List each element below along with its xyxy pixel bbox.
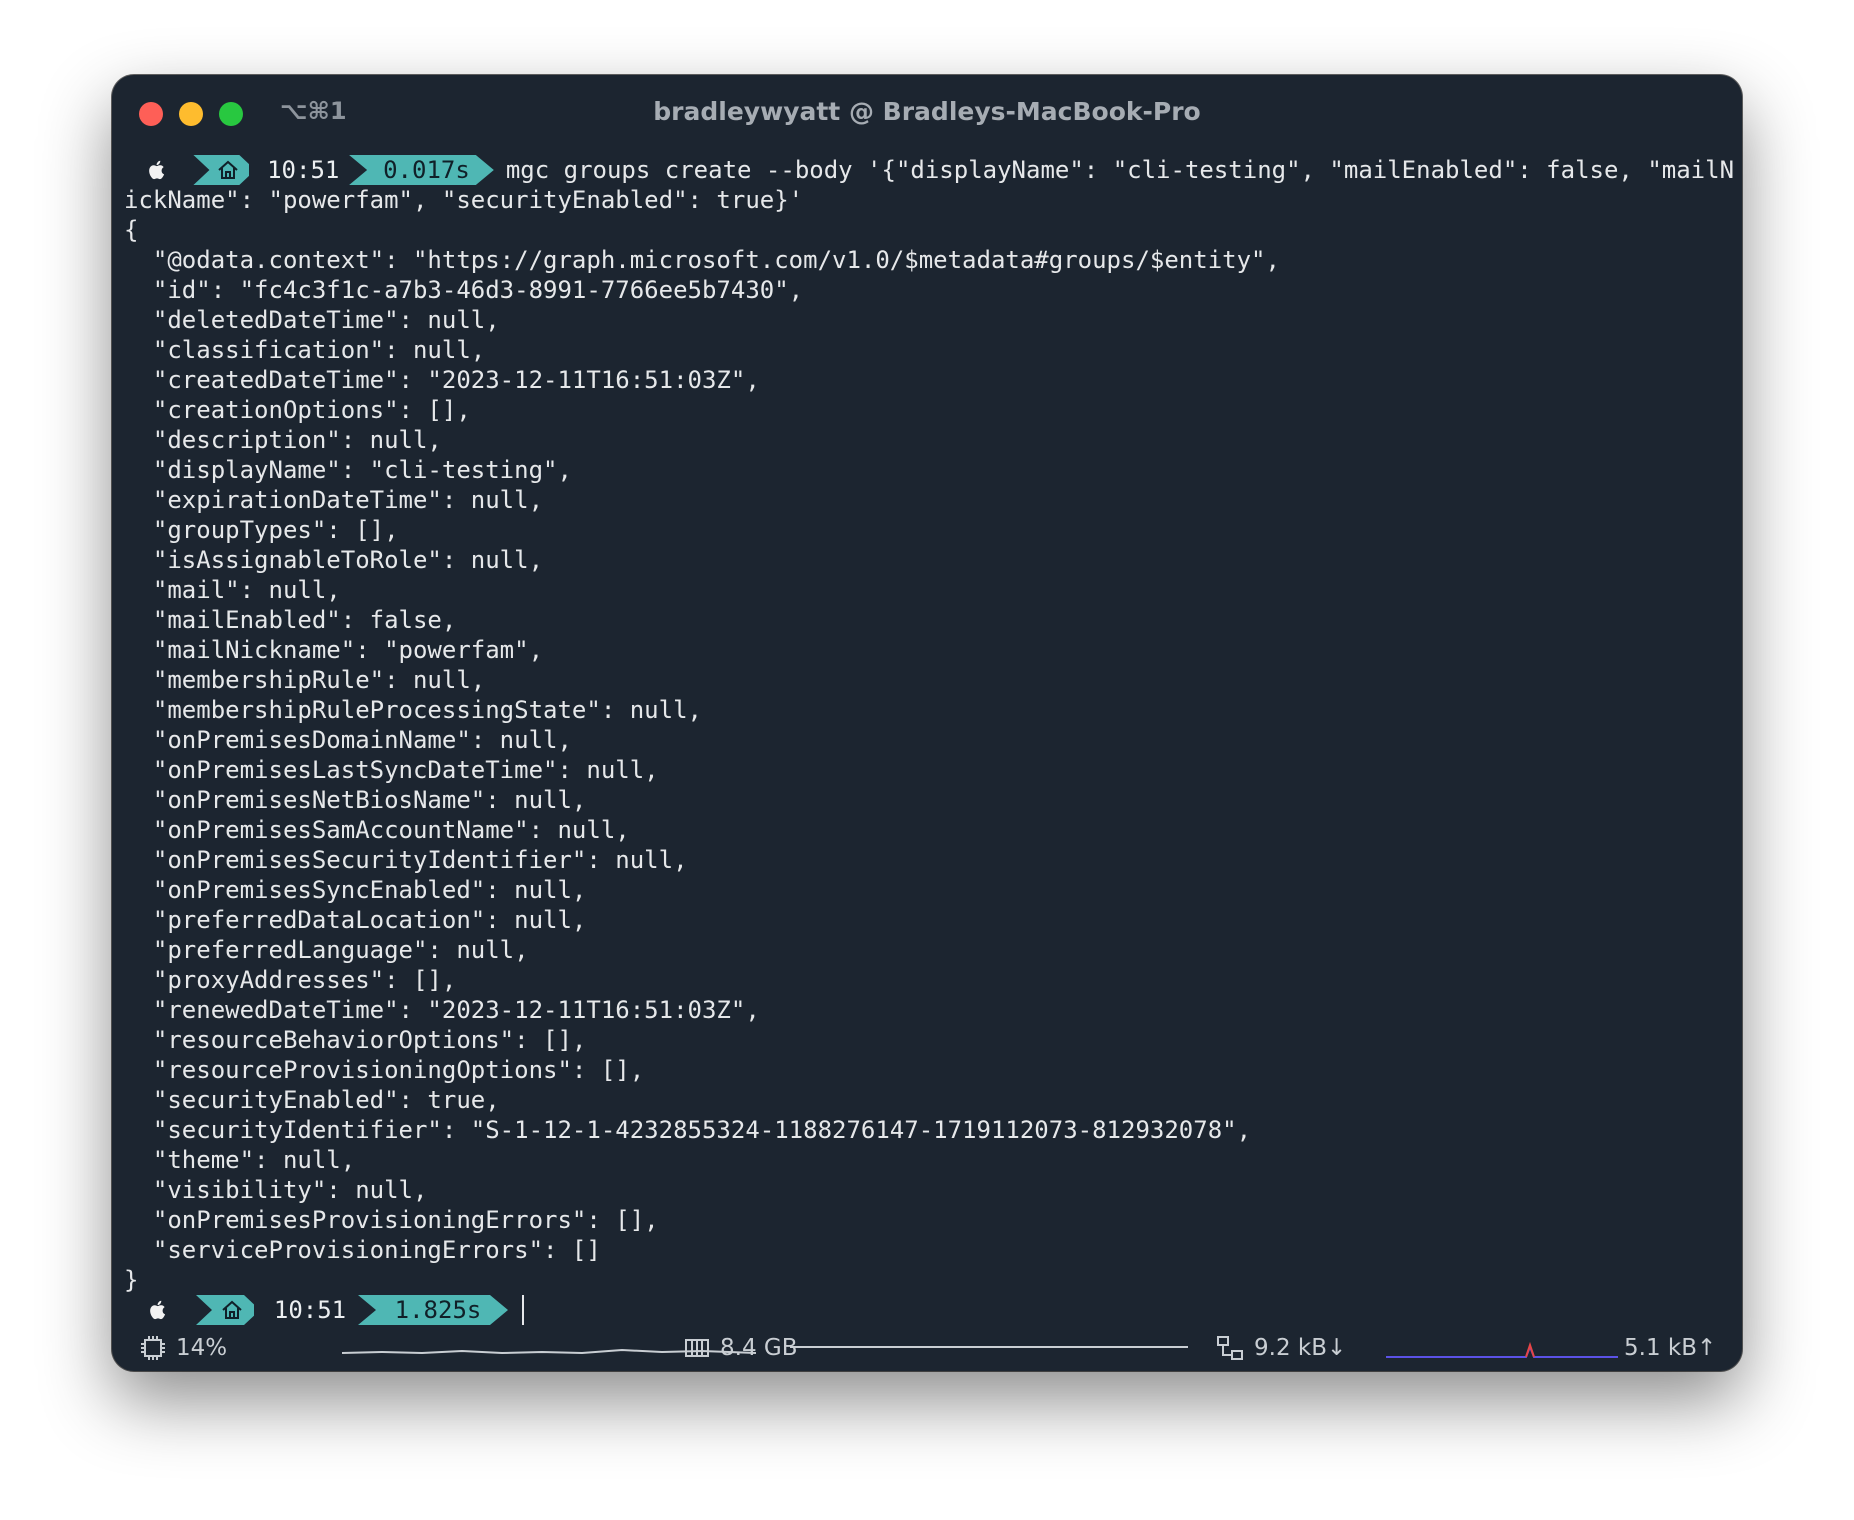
prompt-line-2[interactable]: 10:51 1.825s (124, 1295, 1734, 1325)
output-line: "isAssignableToRole": null, (124, 546, 544, 574)
output-line: "securityEnabled": true, (124, 1086, 500, 1114)
output-line: "renewedDateTime": "2023-12-11T16:51:03Z… (124, 996, 760, 1024)
cpu-icon (141, 1336, 165, 1360)
terminal-window: ⌥⌘1 bradleywyatt @ Bradleys-MacBook-Pro … (112, 75, 1742, 1371)
window-title: bradleywyatt @ Bradleys-MacBook-Pro (653, 97, 1201, 126)
output-line: "@odata.context": "https://graph.microso… (124, 246, 1280, 274)
output-line: "membershipRuleProcessingState": null, (124, 696, 702, 724)
output-line: "createdDateTime": "2023-12-11T16:51:03Z… (124, 366, 760, 394)
output-line: "serviceProvisioningErrors": [] (124, 1236, 601, 1264)
memory-graph (790, 1346, 1188, 1348)
output-line: "mail": null, (124, 576, 341, 604)
network-up-value: 5.1 kB↑ (1624, 1335, 1717, 1361)
prompt-time: 10:51 (249, 155, 358, 185)
home-icon (196, 1295, 260, 1325)
terminal-content[interactable]: 10:51 0.017s mgc groups create --body '{… (124, 155, 1734, 1325)
network-graph (1386, 1341, 1618, 1358)
output-line: "theme": null, (124, 1146, 356, 1174)
memory-status: 8.4 GB (684, 1335, 798, 1361)
prompt-duration: 1.825s (358, 1295, 508, 1325)
command-text-continued: ickName": "powerfam", "securityEnabled":… (124, 186, 804, 214)
output-line: "deletedDateTime": null, (124, 306, 500, 334)
output-line: "id": "fc4c3f1c-a7b3-46d3-8991-7766ee5b7… (124, 276, 804, 304)
output-line: "mailNickname": "powerfam", (124, 636, 544, 664)
apple-icon-glyph (148, 160, 164, 180)
output-line: "visibility": null, (124, 1176, 428, 1204)
output-line: "displayName": "cli-testing", (124, 456, 572, 484)
prompt-duration: 0.017s (349, 155, 494, 185)
output-line: "resourceBehaviorOptions": [], (124, 1026, 587, 1054)
home-icon (193, 155, 255, 185)
output-line: "securityIdentifier": "S-1-12-1-42328553… (124, 1116, 1252, 1144)
output-line: "onPremisesProvisioningErrors": [], (124, 1206, 659, 1234)
output-line: "onPremisesLastSyncDateTime": null, (124, 756, 659, 784)
prompt-time: 10:51 (254, 1295, 366, 1325)
output-line: "onPremisesSyncEnabled": null, (124, 876, 587, 904)
output-line: "proxyAddresses": [], (124, 966, 457, 994)
memory-icon (685, 1339, 709, 1357)
output-line: { (124, 216, 139, 244)
status-bar: 14% 8.4 GB 9.2 kB↓ 5.1 kB↑ (124, 1333, 1734, 1367)
apple-icon-glyph (150, 1300, 166, 1320)
output-line: "expirationDateTime": null, (124, 486, 544, 514)
output-line: "classification": null, (124, 336, 486, 364)
network-icon (1217, 1336, 1243, 1360)
output-line: "description": null, (124, 426, 442, 454)
output-line: "onPremisesDomainName": null, (124, 726, 572, 754)
output-line: "onPremisesNetBiosName": null, (124, 786, 587, 814)
prompt-line-1: 10:51 0.017s mgc groups create --body '{… (124, 155, 1734, 185)
output-line: "creationOptions": [], (124, 396, 471, 424)
output-line: "mailEnabled": false, (124, 606, 457, 634)
output-line: } (124, 1266, 139, 1294)
network-down-value: 9.2 kB↓ (1254, 1335, 1347, 1361)
output-line: "onPremisesSamAccountName": null, (124, 816, 630, 844)
network-down-status: 9.2 kB↓ (1216, 1335, 1346, 1361)
output-line: "groupTypes": [], (124, 516, 399, 544)
text-cursor[interactable] (522, 1295, 524, 1325)
command-text: mgc groups create --body '{"displayName"… (505, 156, 1735, 184)
title-bar[interactable]: ⌥⌘1 bradleywyatt @ Bradleys-MacBook-Pro (112, 75, 1742, 147)
output-line: "onPremisesSecurityIdentifier": null, (124, 846, 688, 874)
cpu-status: 14% (140, 1335, 227, 1361)
network-up-status: 5.1 kB↑ (1624, 1335, 1716, 1361)
output-line: "membershipRule": null, (124, 666, 486, 694)
apple-icon (124, 1295, 192, 1325)
cpu-value: 14% (176, 1335, 228, 1361)
memory-value: 8.4 GB (720, 1335, 798, 1361)
output-line: "resourceProvisioningOptions": [], (124, 1056, 645, 1084)
output-line: "preferredDataLocation": null, (124, 906, 587, 934)
apple-icon (124, 155, 190, 185)
output-line: "preferredLanguage": null, (124, 936, 529, 964)
command-output: { "@odata.context": "https://graph.micro… (124, 215, 1734, 1295)
home-icon-glyph (221, 1300, 243, 1320)
home-icon-glyph (217, 160, 239, 180)
